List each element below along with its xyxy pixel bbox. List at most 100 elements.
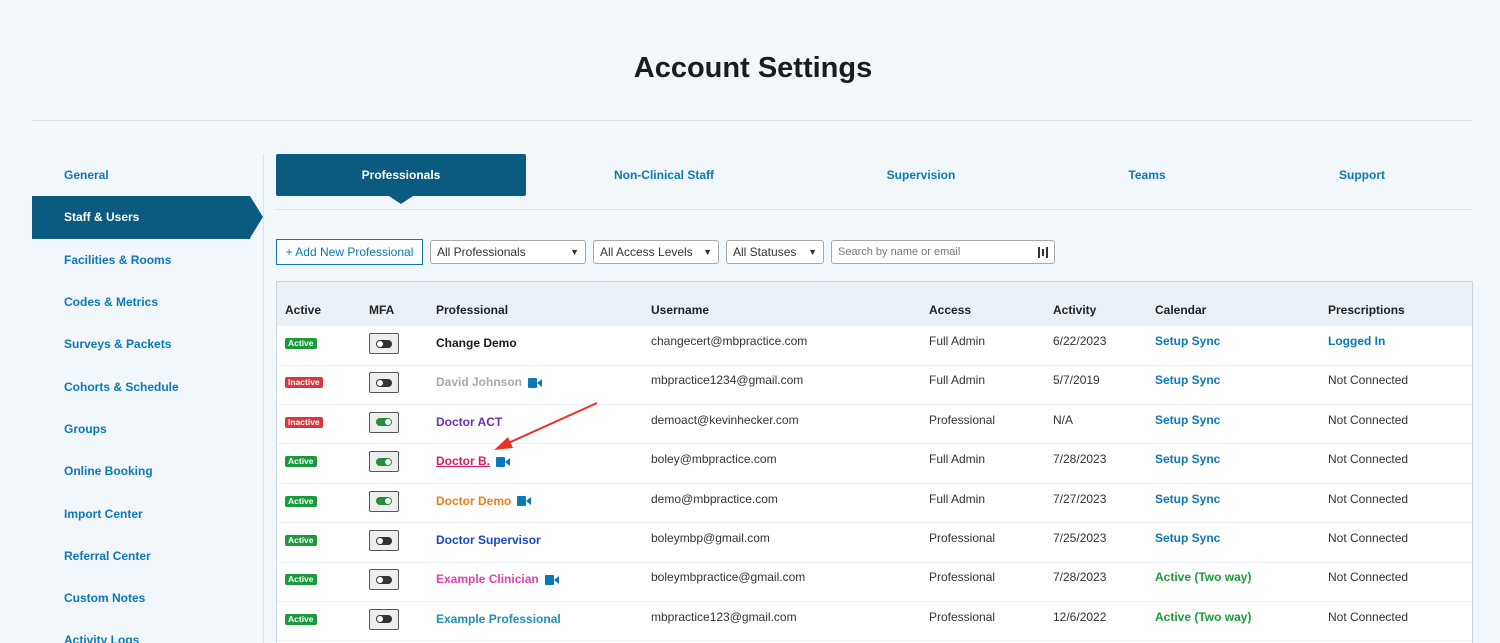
prescriptions-link[interactable]: Logged In xyxy=(1328,334,1385,348)
activity-cell: 7/28/2023 xyxy=(1053,570,1107,585)
prescriptions-cell: Not Connected xyxy=(1328,570,1409,585)
professionals-filter-value: All Professionals xyxy=(437,245,526,259)
sidebar-item-staff-users[interactable]: Staff & Users xyxy=(32,196,263,239)
toggle-switch-icon xyxy=(376,575,392,584)
mfa-toggle[interactable] xyxy=(369,333,399,354)
sidebar-item-general[interactable]: General xyxy=(32,154,263,196)
mfa-toggle[interactable] xyxy=(369,490,399,512)
table-header: Active MFA Professional Username Access Activ… xyxy=(277,282,1472,326)
column-header-mfa[interactable]: MFA xyxy=(369,303,394,317)
calendar-sync-link[interactable]: Setup Sync xyxy=(1155,531,1220,545)
toggle-switch-icon xyxy=(376,615,392,624)
username-cell: boleymbp@gmail.com xyxy=(651,531,770,545)
professional-name-link[interactable]: David Johnson xyxy=(436,375,522,389)
video-camera-icon[interactable] xyxy=(528,378,543,389)
mfa-toggle[interactable] xyxy=(369,372,399,394)
professional-name-link[interactable]: Doctor ACT xyxy=(436,415,502,429)
staff-tabs: Professionals Non-Clinical Staff Supervisi… xyxy=(276,154,1473,210)
professional-name-link[interactable]: Doctor Demo xyxy=(436,494,511,508)
activity-cell: 7/25/2023 xyxy=(1053,531,1107,545)
barcode-search-icon[interactable] xyxy=(1038,246,1048,258)
professional-cell: David Johnson xyxy=(436,375,543,389)
calendar-sync-link[interactable]: Setup Sync xyxy=(1155,492,1220,506)
status-badge: Active xyxy=(285,613,317,625)
column-header-activity[interactable]: Activity xyxy=(1053,303,1096,317)
prescriptions-cell: Not Connected xyxy=(1328,373,1409,388)
professional-name-link[interactable]: Example Clinician xyxy=(436,572,539,586)
activity-cell: 7/27/2023 xyxy=(1053,491,1107,506)
calendar-sync-link[interactable]: Active (Two way) xyxy=(1155,610,1251,624)
toggle-switch-icon xyxy=(376,497,392,506)
tab-non-clinical-staff[interactable]: Non-Clinical Staff xyxy=(566,154,762,196)
professional-cell: Change Demo xyxy=(436,336,517,350)
access-cell: Full Admin xyxy=(929,373,986,388)
tab-teams[interactable]: Teams xyxy=(1056,154,1238,196)
table-row: Active Example Clinician boleymbpractice@g… xyxy=(277,562,1472,602)
add-new-professional-button[interactable]: + Add New Professional xyxy=(276,239,423,265)
toggle-switch-icon xyxy=(376,457,392,466)
professional-cell: Doctor B. xyxy=(436,454,510,468)
column-header-calendar[interactable]: Calendar xyxy=(1155,303,1206,317)
professional-name-link[interactable]: Doctor Supervisor xyxy=(436,533,541,547)
tab-professionals[interactable]: Professionals xyxy=(276,154,526,204)
chevron-down-icon: ▼ xyxy=(703,247,712,257)
professional-name-link[interactable]: Change Demo xyxy=(436,336,517,350)
sidebar-item-surveys-packets[interactable]: Surveys & Packets xyxy=(32,323,263,365)
tab-support[interactable]: Support xyxy=(1266,154,1458,196)
tab-supervision[interactable]: Supervision xyxy=(816,154,1026,196)
mfa-toggle[interactable] xyxy=(369,608,399,630)
prescriptions-cell: Not Connected xyxy=(1328,491,1409,506)
sidebar-item-import-center[interactable]: Import Center xyxy=(32,492,263,534)
mfa-toggle[interactable] xyxy=(369,569,399,591)
video-camera-icon[interactable] xyxy=(544,575,559,586)
video-camera-icon[interactable] xyxy=(517,496,532,507)
calendar-sync-link[interactable]: Setup Sync xyxy=(1155,413,1220,427)
sidebar-item-facilities-rooms[interactable]: Facilities & Rooms xyxy=(32,239,263,281)
calendar-sync-link[interactable]: Setup Sync xyxy=(1155,373,1220,387)
table-row: Active Doctor B. boley@mbpractice.com Full … xyxy=(277,444,1472,484)
calendar-sync-link[interactable]: Setup Sync xyxy=(1155,334,1220,348)
column-header-prescriptions[interactable]: Prescriptions xyxy=(1328,303,1405,317)
activity-cell: 7/28/2023 xyxy=(1053,452,1107,467)
sidebar-item-groups[interactable]: Groups xyxy=(32,408,263,450)
username-cell: demo@mbpractice.com xyxy=(651,491,778,506)
column-header-professional[interactable]: Professional xyxy=(436,303,508,317)
status-badge: Active xyxy=(285,574,317,586)
access-filter-select[interactable]: All Access Levels ▼ xyxy=(593,240,719,264)
prescriptions-cell: Not Connected xyxy=(1328,452,1409,467)
mfa-toggle[interactable] xyxy=(369,451,399,473)
column-header-active[interactable]: Active xyxy=(285,303,321,317)
sidebar-item-referral-center[interactable]: Referral Center xyxy=(32,535,263,577)
page-title: Account Settings xyxy=(633,52,873,84)
calendar-sync-link[interactable]: Setup Sync xyxy=(1155,452,1220,466)
professionals-filter-select[interactable]: All Professionals ▼ xyxy=(430,240,586,264)
status-badge: Inactive xyxy=(285,416,323,428)
sidebar-item-codes-metrics[interactable]: Codes & Metrics xyxy=(32,281,263,323)
table-row: Inactive David Johnson mbpractice1234@gmai… xyxy=(277,365,1472,405)
status-badge: Active xyxy=(285,535,317,546)
activity-cell: 12/6/2022 xyxy=(1053,609,1107,624)
sidebar-item-cohorts-schedule[interactable]: Cohorts & Schedule xyxy=(32,365,263,407)
professionals-table: Active MFA Professional Username Access Activ… xyxy=(276,281,1473,643)
sidebar-item-online-booking[interactable]: Online Booking xyxy=(32,450,263,492)
professional-name-link[interactable]: Example Professional xyxy=(436,612,561,626)
status-filter-select[interactable]: All Statuses ▼ xyxy=(726,240,824,264)
toggle-switch-icon xyxy=(376,536,392,545)
username-cell: changecert@mbpractice.com xyxy=(651,334,808,348)
column-header-username[interactable]: Username xyxy=(651,303,709,317)
professional-cell: Doctor ACT xyxy=(436,415,502,429)
sidebar-item-activity-logs[interactable]: Activity Logs xyxy=(32,619,263,643)
filter-bar: + Add New Professional All Professionals… xyxy=(276,239,1055,265)
professional-cell: Example Professional xyxy=(436,612,561,626)
video-camera-icon[interactable] xyxy=(496,457,510,468)
sidebar-item-custom-notes[interactable]: Custom Notes xyxy=(32,577,263,619)
mfa-toggle[interactable] xyxy=(369,530,399,551)
professional-name-link[interactable]: Doctor B. xyxy=(436,454,490,468)
mfa-toggle[interactable] xyxy=(369,411,399,433)
calendar-sync-link[interactable]: Active (Two way) xyxy=(1155,570,1251,584)
username-cell: boleymbpractice@gmail.com xyxy=(651,570,806,585)
search-input[interactable] xyxy=(838,246,1028,258)
column-header-access[interactable]: Access xyxy=(929,303,971,317)
activity-cell: N/A xyxy=(1053,412,1074,427)
access-cell: Professional xyxy=(929,531,996,545)
